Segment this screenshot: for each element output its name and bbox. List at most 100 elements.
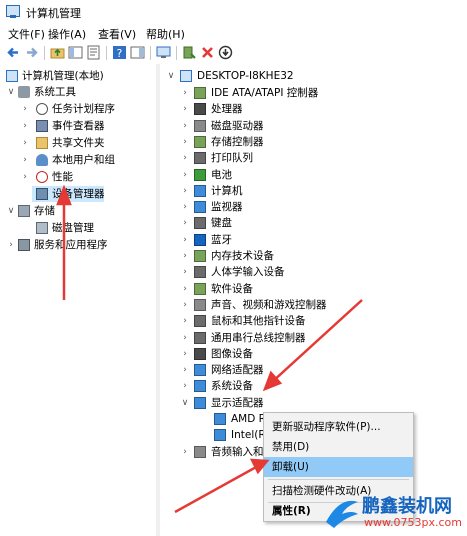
device-label: 监视器 (211, 201, 243, 213)
chevron-right-icon[interactable]: › (20, 135, 30, 151)
camera-icon (194, 348, 206, 360)
device-category[interactable]: › 键盘 (160, 215, 467, 231)
device-category[interactable]: › 声音、视频和游戏控制器 (160, 297, 467, 313)
tree-item-event-viewer[interactable]: › 事件查看器 (0, 118, 156, 134)
device-category[interactable]: › 电池 (160, 167, 467, 183)
chevron-right-icon[interactable]: › (180, 248, 190, 264)
chevron-down-icon[interactable]: ∨ (166, 68, 176, 84)
tree-item-performance[interactable]: › 性能 (0, 169, 156, 185)
chevron-right-icon[interactable]: › (180, 346, 190, 362)
clock-icon (36, 103, 48, 115)
menu-separator (268, 479, 409, 480)
scan-hardware-icon[interactable] (156, 45, 171, 60)
device-category[interactable]: › 处理器 (160, 101, 467, 117)
tree-item-computer-management[interactable]: 计算机管理(本地) (0, 68, 156, 84)
menu-action[interactable]: 操作(A) (46, 26, 88, 42)
device-category[interactable]: › 图像设备 (160, 346, 467, 362)
device-label: 鼠标和其他指针设备 (211, 315, 306, 327)
chevron-right-icon[interactable]: › (180, 281, 190, 297)
chevron-right-icon[interactable]: › (180, 167, 190, 183)
tree-item-disk-management[interactable]: 磁盘管理 (0, 220, 156, 236)
chevron-right-icon[interactable]: › (6, 237, 16, 253)
chevron-right-icon[interactable]: › (180, 199, 190, 215)
chevron-right-icon[interactable]: › (180, 101, 190, 117)
chevron-right-icon[interactable]: › (180, 264, 190, 280)
device-category[interactable]: › 网络适配器 (160, 362, 467, 378)
update-driver-icon[interactable] (182, 45, 197, 60)
action-pane-icon[interactable] (130, 45, 145, 60)
device-category[interactable]: › IDE ATA/ATAPI 控制器 (160, 85, 467, 101)
tree-item-task-scheduler[interactable]: › 任务计划程序 (0, 101, 156, 117)
ide-icon (194, 87, 206, 99)
tree-item-device-manager[interactable]: 设备管理器 (32, 186, 105, 202)
chevron-down-icon[interactable]: ∨ (6, 203, 16, 219)
menu-view[interactable]: 查看(V) (96, 26, 138, 42)
up-folder-icon[interactable] (50, 45, 65, 60)
bluetooth-icon (194, 234, 206, 246)
menu-file[interactable]: 文件(F) (6, 26, 47, 42)
back-icon[interactable] (6, 45, 21, 60)
system-device-icon (194, 380, 206, 392)
properties-icon[interactable] (86, 45, 101, 60)
chevron-right-icon[interactable]: › (20, 101, 30, 117)
device-category[interactable]: ∨ 显示适配器 (160, 395, 467, 411)
tree-item-storage[interactable]: ∨ 存储 (0, 203, 156, 219)
chevron-right-icon[interactable]: › (180, 444, 190, 460)
device-category[interactable]: › 人体学输入设备 (160, 264, 467, 280)
chevron-right-icon[interactable]: › (20, 152, 30, 168)
device-label: 蓝牙 (211, 234, 232, 246)
chevron-right-icon[interactable]: › (180, 134, 190, 150)
tree-item-system-tools[interactable]: ∨ 系统工具 (0, 84, 156, 100)
device-category[interactable]: › 蓝牙 (160, 232, 467, 248)
device-category[interactable]: › 监视器 (160, 199, 467, 215)
window-title: 计算机管理 (26, 7, 81, 20)
device-label: 磁盘驱动器 (211, 120, 264, 132)
tree-label: 计算机管理(本地) (22, 70, 104, 82)
device-label: 处理器 (211, 103, 243, 115)
chevron-down-icon[interactable]: ∨ (180, 395, 190, 411)
chevron-right-icon[interactable]: › (20, 118, 30, 134)
device-category[interactable]: › 打印队列 (160, 150, 467, 166)
chevron-right-icon[interactable]: › (180, 330, 190, 346)
device-category[interactable]: › 系统设备 (160, 378, 467, 394)
menu-item-disable[interactable]: 禁用(D) (264, 437, 413, 457)
chevron-right-icon[interactable]: › (180, 150, 190, 166)
tree-item-services-apps[interactable]: › 服务和应用程序 (0, 237, 156, 253)
chevron-right-icon[interactable]: › (180, 378, 190, 394)
mouse-icon (194, 315, 206, 327)
device-category[interactable]: › 磁盘驱动器 (160, 118, 467, 134)
uninstall-icon[interactable] (200, 45, 215, 60)
chevron-right-icon[interactable]: › (180, 85, 190, 101)
device-category[interactable]: › 鼠标和其他指针设备 (160, 313, 467, 329)
device-category[interactable]: › 软件设备 (160, 281, 467, 297)
tree-item-local-users[interactable]: › 本地用户和组 (0, 152, 156, 168)
chevron-right-icon[interactable]: › (180, 118, 190, 134)
show-hide-tree-icon[interactable] (68, 45, 83, 60)
tree-label: 磁盘管理 (52, 222, 94, 234)
device-label: 计算机 (211, 185, 243, 197)
forward-icon[interactable] (24, 45, 39, 60)
device-root[interactable]: ∨ DESKTOP-I8KHE32 (160, 68, 467, 84)
chevron-down-icon[interactable]: ∨ (6, 84, 16, 100)
device-category[interactable]: › 内存技术设备 (160, 248, 467, 264)
device-category[interactable]: › 计算机 (160, 183, 467, 199)
chevron-right-icon[interactable]: › (180, 297, 190, 313)
sound-icon (194, 299, 206, 311)
device-category[interactable]: › 通用串行总线控制器 (160, 330, 467, 346)
device-category[interactable]: › 存储控制器 (160, 134, 467, 150)
device-label: 网络适配器 (211, 364, 264, 376)
chevron-right-icon[interactable]: › (180, 215, 190, 231)
menu-help[interactable]: 帮助(H) (144, 26, 187, 42)
chevron-right-icon[interactable]: › (180, 183, 190, 199)
menu-item-uninstall[interactable]: 卸载(U) (264, 457, 413, 477)
menu-item-update-driver[interactable]: 更新驱动程序软件(P)... (264, 417, 413, 437)
disable-device-icon[interactable] (218, 45, 233, 60)
battery-icon (194, 169, 206, 181)
chevron-right-icon[interactable]: › (180, 232, 190, 248)
help-icon[interactable]: ? (112, 45, 127, 60)
chevron-right-icon[interactable]: › (180, 362, 190, 378)
chevron-right-icon[interactable]: › (180, 313, 190, 329)
chevron-right-icon[interactable]: › (20, 169, 30, 185)
device-label: 打印队列 (211, 152, 253, 164)
tree-item-shared-folders[interactable]: › 共享文件夹 (0, 135, 156, 151)
